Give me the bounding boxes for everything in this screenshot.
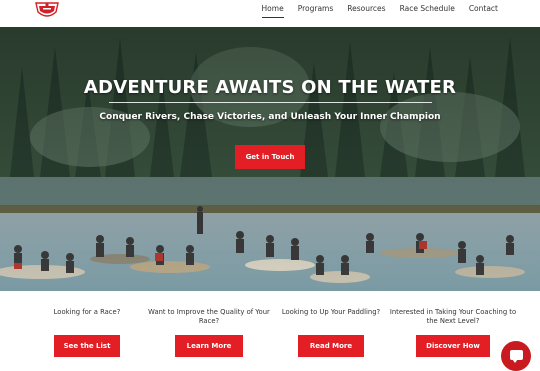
card-question: Interested in Taking Your Coaching to th… <box>389 308 517 325</box>
read-more-button[interactable]: Read More <box>298 335 364 357</box>
card-up-paddling: Looking to Up Your Paddling? Read More <box>266 291 396 357</box>
discover-how-button[interactable]: Discover How <box>416 335 490 357</box>
main-nav: Home Programs Resources Race Schedule Co… <box>255 0 505 20</box>
card-coaching: Interested in Taking Your Coaching to th… <box>388 291 518 357</box>
chat-bubble-icon[interactable] <box>501 341 531 371</box>
hero-section: ADVENTURE AWAITS ON THE WATER Conquer Ri… <box>0 27 540 291</box>
nav-programs[interactable]: Programs <box>291 0 341 20</box>
card-question: Looking for a Race? <box>53 308 121 316</box>
site-header: Home Programs Resources Race Schedule Co… <box>0 0 540 27</box>
chat-bubble-tail <box>512 359 518 363</box>
card-find-race: Looking for a Race? See the List <box>22 291 152 357</box>
feature-cards: Looking for a Race? See the List Want to… <box>0 291 540 366</box>
canoe-club-crest-icon[interactable] <box>33 0 61 20</box>
learn-more-button[interactable]: Learn More <box>175 335 243 357</box>
nav-contact[interactable]: Contact <box>462 0 505 20</box>
nav-race-schedule[interactable]: Race Schedule <box>393 0 462 20</box>
nav-home[interactable]: Home <box>255 0 291 20</box>
see-the-list-button[interactable]: See the List <box>54 335 120 357</box>
nav-resources[interactable]: Resources <box>340 0 392 20</box>
hero-subtitle: Conquer Rivers, Chase Victories, and Unl… <box>99 112 441 122</box>
card-question: Looking to Up Your Paddling? <box>281 308 381 316</box>
get-in-touch-button[interactable]: Get in Touch <box>235 145 305 169</box>
card-improve-race: Want to Improve the Quality of Your Race… <box>144 291 274 357</box>
hero-divider <box>109 102 432 103</box>
card-question: Want to Improve the Quality of Your Race… <box>148 308 270 325</box>
hero-title: ADVENTURE AWAITS ON THE WATER <box>83 77 457 98</box>
